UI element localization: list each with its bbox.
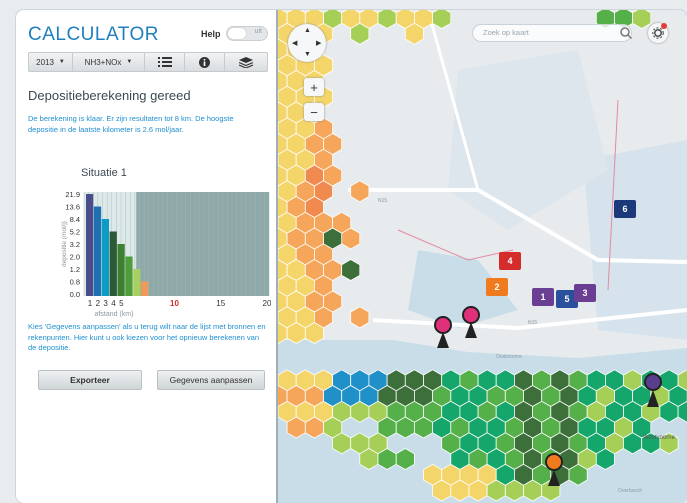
source-marker-4[interactable]: 4 bbox=[499, 252, 521, 270]
chart-xtick-label: 4 bbox=[111, 299, 116, 308]
chart-xtick-label: 10 bbox=[170, 299, 179, 308]
chart-bar bbox=[117, 244, 125, 296]
help-toggle-state: uit bbox=[254, 28, 262, 35]
layers-icon bbox=[239, 56, 253, 68]
app-window: CALCULATOR Help uit 2013 ▼ NH3+NOx ▼ Dep… bbox=[16, 10, 687, 503]
chart-xtick-label: 5 bbox=[119, 299, 124, 308]
layers-button[interactable] bbox=[225, 53, 267, 71]
chart-ytick-label: 5.2 bbox=[70, 228, 80, 237]
help-toggle[interactable]: uit bbox=[226, 26, 268, 41]
chart-ytick-label: 21.9 bbox=[65, 190, 80, 199]
chart-ytick-label: 13.6 bbox=[65, 203, 80, 212]
chevron-down-icon: ▼ bbox=[126, 59, 133, 65]
road-label-2: N15 bbox=[528, 320, 538, 326]
search-icon bbox=[620, 27, 632, 39]
source-marker-1[interactable]: 1 bbox=[532, 288, 554, 306]
chart-ytick-label: 0.0 bbox=[70, 290, 80, 299]
pan-up-icon[interactable]: ▲ bbox=[304, 27, 311, 34]
source-marker-2[interactable]: 2 bbox=[486, 278, 508, 296]
place-label-oostvoorne: Oostvoorne bbox=[496, 354, 522, 360]
chart-xtick-label: 20 bbox=[263, 299, 271, 308]
toolbar: 2013 ▼ NH3+NOx ▼ bbox=[28, 52, 268, 72]
chart-bar bbox=[101, 219, 109, 296]
export-button[interactable]: Exporteer bbox=[38, 370, 142, 390]
info-icon bbox=[199, 56, 210, 68]
zoom-in-button[interactable]: + bbox=[304, 78, 324, 96]
help-label: Help bbox=[201, 29, 221, 39]
toggle-knob[interactable] bbox=[228, 28, 246, 39]
chart-bar bbox=[93, 206, 102, 296]
app-title: CALCULATOR bbox=[28, 24, 159, 45]
road-label: N15 bbox=[378, 198, 388, 204]
chart-xtick-label: 1 bbox=[88, 299, 93, 308]
source-marker-6[interactable]: 6 bbox=[614, 200, 636, 218]
pan-down-icon[interactable]: ▼ bbox=[304, 51, 311, 58]
result-text: De berekening is klaar. Er zijn resultat… bbox=[28, 114, 234, 134]
chart-xlabel: afstand (km) bbox=[95, 311, 134, 318]
chevron-down-icon: ▼ bbox=[58, 59, 65, 65]
substance-value: NH3+NOx bbox=[84, 57, 122, 67]
instruction-note: Kies 'Gegevens aanpassen' als u terug wi… bbox=[28, 322, 266, 352]
chart-title: Situatie 1 bbox=[81, 167, 127, 179]
chart-bar bbox=[125, 256, 133, 296]
settings-button[interactable] bbox=[648, 23, 668, 43]
chart-bar bbox=[86, 194, 94, 296]
chart-bar bbox=[109, 231, 117, 296]
info-button[interactable] bbox=[185, 53, 225, 71]
notification-dot bbox=[661, 23, 667, 29]
deposition-chart: 21.9 13.6 8.4 5.2 3.2 2.0 1.2 0.8 0.0 depositie (… bbox=[61, 190, 271, 318]
result-heading: Depositieberekening gereed bbox=[28, 88, 191, 103]
year-value: 2013 bbox=[36, 57, 54, 67]
chart-xtick-label: 3 bbox=[103, 299, 108, 308]
calculator-panel: CALCULATOR Help uit 2013 ▼ NH3+NOx ▼ Dep… bbox=[16, 10, 278, 503]
map-search-input[interactable]: Zoek op kaart bbox=[472, 24, 632, 42]
chart-xtick-label: 2 bbox=[96, 299, 101, 308]
zoom-out-button[interactable]: − bbox=[304, 103, 324, 121]
source-marker-3[interactable]: 3 bbox=[574, 284, 596, 302]
chart-ytick-label: 2.0 bbox=[70, 253, 80, 262]
chart-bar bbox=[141, 281, 149, 296]
chart-xtick-label: 15 bbox=[216, 299, 225, 308]
list-icon bbox=[157, 57, 172, 67]
chart-bar bbox=[133, 269, 141, 296]
map-search-button[interactable] bbox=[616, 24, 636, 42]
chart-ylabel: depositie (mol/j) bbox=[61, 221, 68, 267]
year-select[interactable]: 2013 ▼ bbox=[29, 53, 73, 71]
adjust-data-button[interactable]: Gegevens aanpassen bbox=[157, 370, 265, 390]
pan-control[interactable]: ▲ ▼ ◀ ▶ bbox=[288, 24, 326, 62]
substance-select[interactable]: NH3+NOx ▼ bbox=[73, 53, 145, 71]
map-area[interactable]: ▲ ▼ ◀ ▶ + − Zoek op kaart N15 N15 Oostvo… bbox=[268, 10, 687, 503]
chart-ytick-label: 1.2 bbox=[70, 265, 80, 274]
list-button[interactable] bbox=[145, 53, 185, 71]
place-label-overbosch: Overbosch bbox=[618, 488, 643, 494]
pan-left-icon[interactable]: ◀ bbox=[292, 39, 297, 47]
chart-ytick-label: 3.2 bbox=[70, 240, 80, 249]
map-canvas[interactable] bbox=[268, 10, 687, 503]
place-label-westvoorne: Westvoorne bbox=[643, 435, 675, 441]
pan-right-icon[interactable]: ▶ bbox=[316, 39, 321, 47]
chart-ytick-label: 0.8 bbox=[70, 278, 80, 287]
chart-ytick-label: 8.4 bbox=[70, 215, 80, 224]
